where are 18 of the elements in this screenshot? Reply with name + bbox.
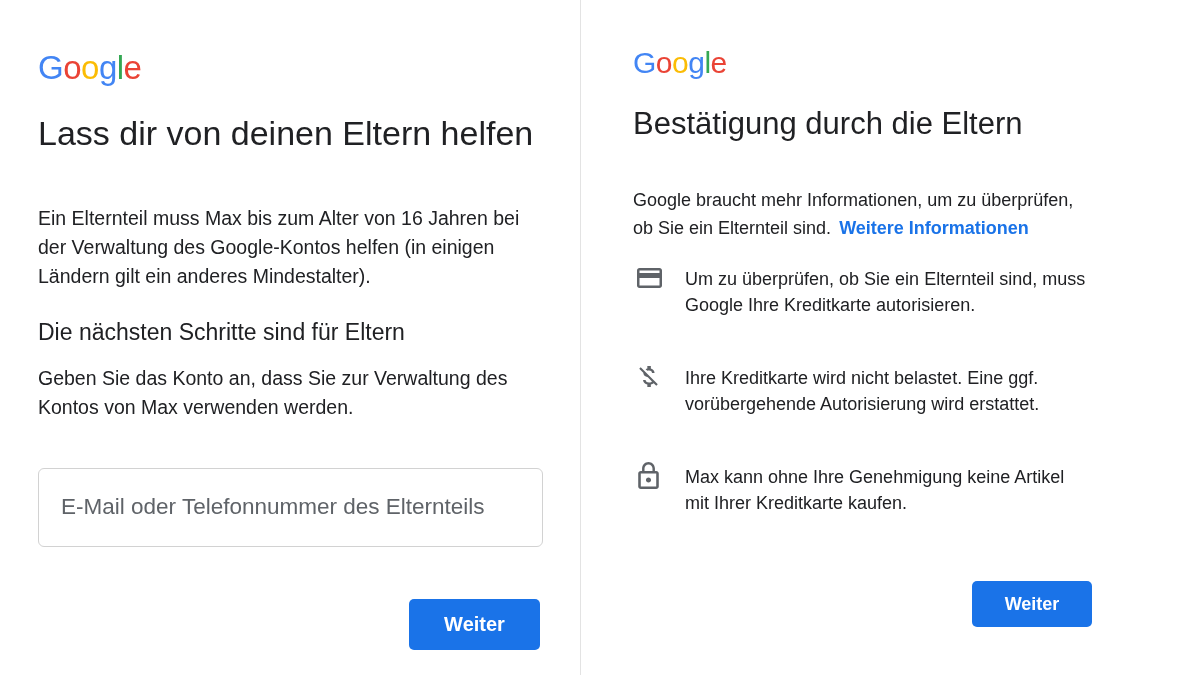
more-info-link[interactable]: Weitere Informationen [839, 218, 1029, 239]
next-button[interactable]: Weiter [972, 581, 1092, 628]
page-title: Lass dir von deinen Eltern helfen [38, 113, 535, 154]
next-button[interactable]: Weiter [409, 598, 540, 650]
description-text: Ein Elternteil muss Max bis zum Alter von 16 Jahren bei der Verwaltung des Google-Kontos helfen (in einigen Ländern gilt ein anderes Mindestalter). [38, 205, 521, 289]
page-title: Bestätigung durch die Eltern [633, 105, 1024, 143]
google-logo: Google [38, 51, 142, 84]
lock-icon [638, 462, 659, 490]
email-input-field[interactable]: E-Mail oder Telefonnummer des Elternteils [38, 467, 543, 547]
credit-card-icon [637, 268, 662, 289]
info-text: Ihre Kreditkarte wird nicht belastet. Eine ggf. vorübergehende Autorisierung wird erstattet. [685, 367, 1041, 417]
instruction-text: Geben Sie das Konto an, dass Sie zur Verwaltung des Kontos von Max verwenden werden. [38, 365, 509, 420]
info-text: Max kann ohne Ihre Genehmigung keine Artikel mit Ihrer Kreditkarte kaufen. [685, 466, 1066, 516]
info-text: Um zu überprüfen, ob Sie ein Elternteil sind, muss Google Ihre Kreditkarte autorisieren. [685, 268, 1086, 318]
section-heading: Die nächsten Schritte sind für Eltern [38, 317, 406, 347]
crossed-dollar-icon [639, 366, 658, 388]
intro-text: Google braucht mehr Informationen, um zu überprüfen, ob Sie ein Elternteil sind. Weitere Informationen [633, 189, 1075, 241]
google-logo: Google [633, 48, 727, 78]
